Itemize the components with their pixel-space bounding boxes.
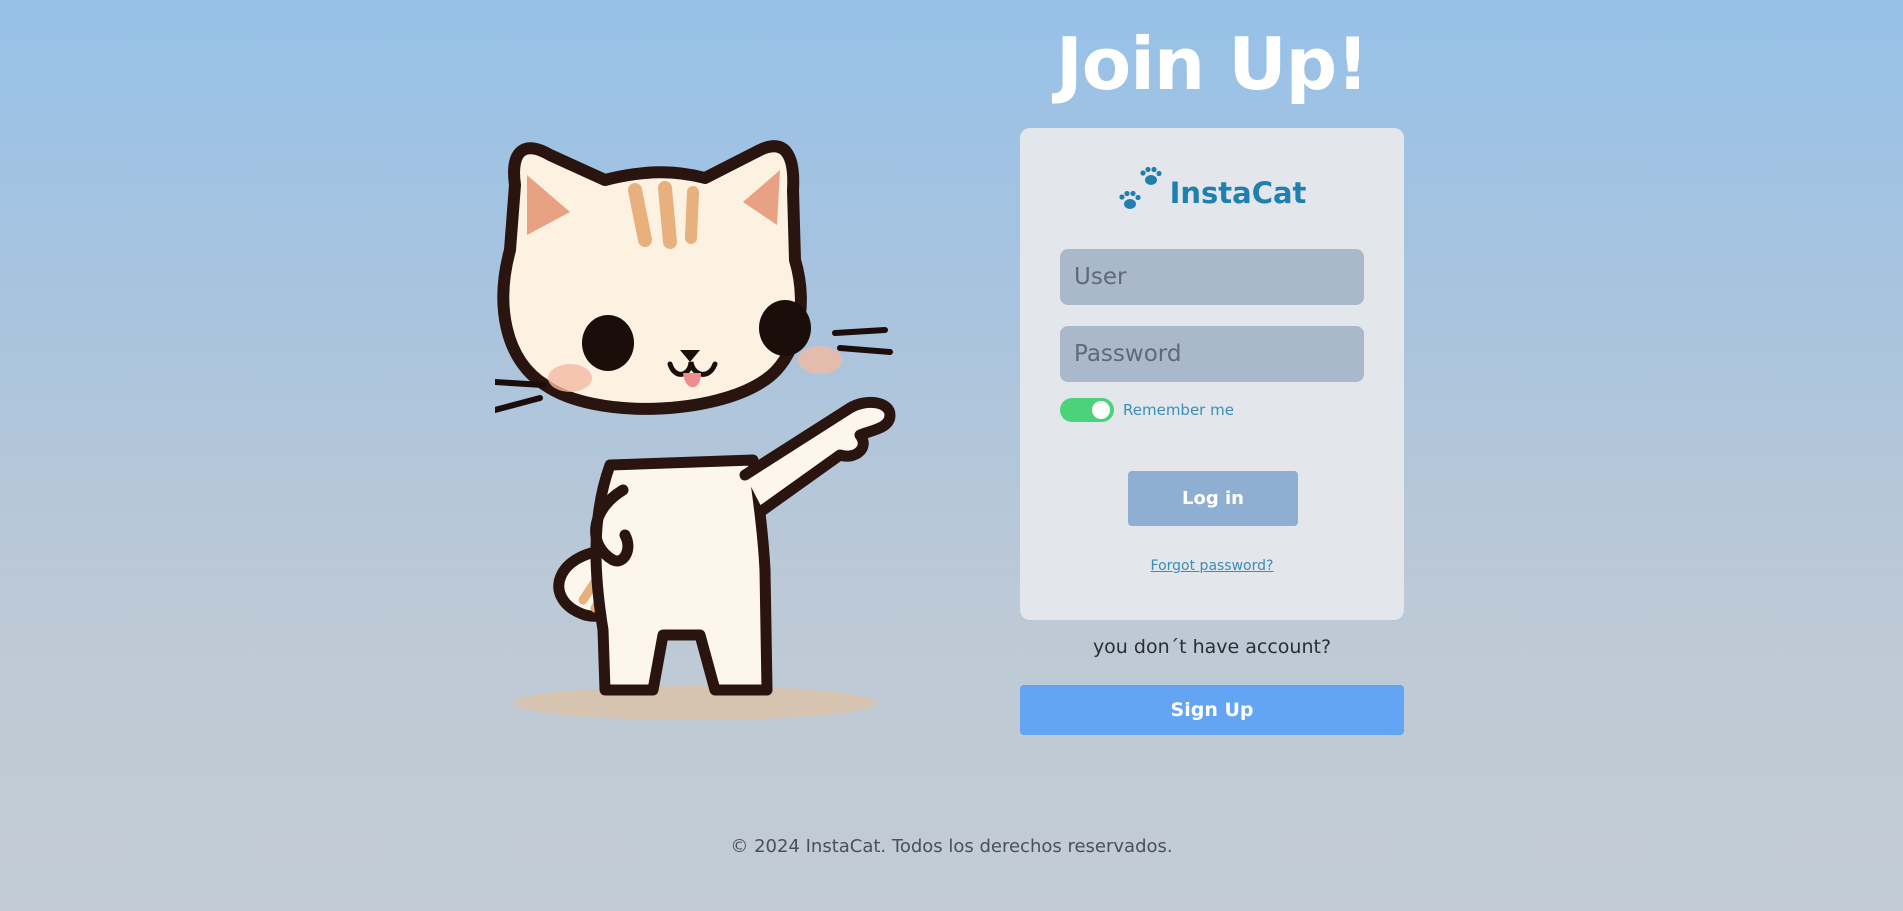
page-title: Join Up! xyxy=(1055,22,1369,106)
footer-copyright: © 2024 InstaCat. Todos los derechos rese… xyxy=(730,836,1173,857)
forgot-password-link[interactable]: Forgot password? xyxy=(1020,558,1404,574)
signup-button[interactable]: Sign Up xyxy=(1020,685,1404,735)
remember-me-toggle[interactable] xyxy=(1060,398,1114,422)
cat-mascot-illustration xyxy=(492,130,955,730)
paw-icon xyxy=(1118,166,1164,220)
login-card: InstaCat Remember me Log in Forgot passw… xyxy=(1020,128,1404,620)
password-input[interactable] xyxy=(1060,326,1364,382)
toggle-knob xyxy=(1092,401,1110,419)
brand-name: InstaCat xyxy=(1169,176,1307,210)
login-button[interactable]: Log in xyxy=(1128,471,1298,526)
user-input[interactable] xyxy=(1060,249,1364,305)
remember-me-row: Remember me xyxy=(1060,398,1234,422)
no-account-prompt: you don´t have account? xyxy=(1092,636,1332,658)
brand-logo: InstaCat xyxy=(1020,166,1404,220)
remember-me-label: Remember me xyxy=(1123,401,1234,419)
